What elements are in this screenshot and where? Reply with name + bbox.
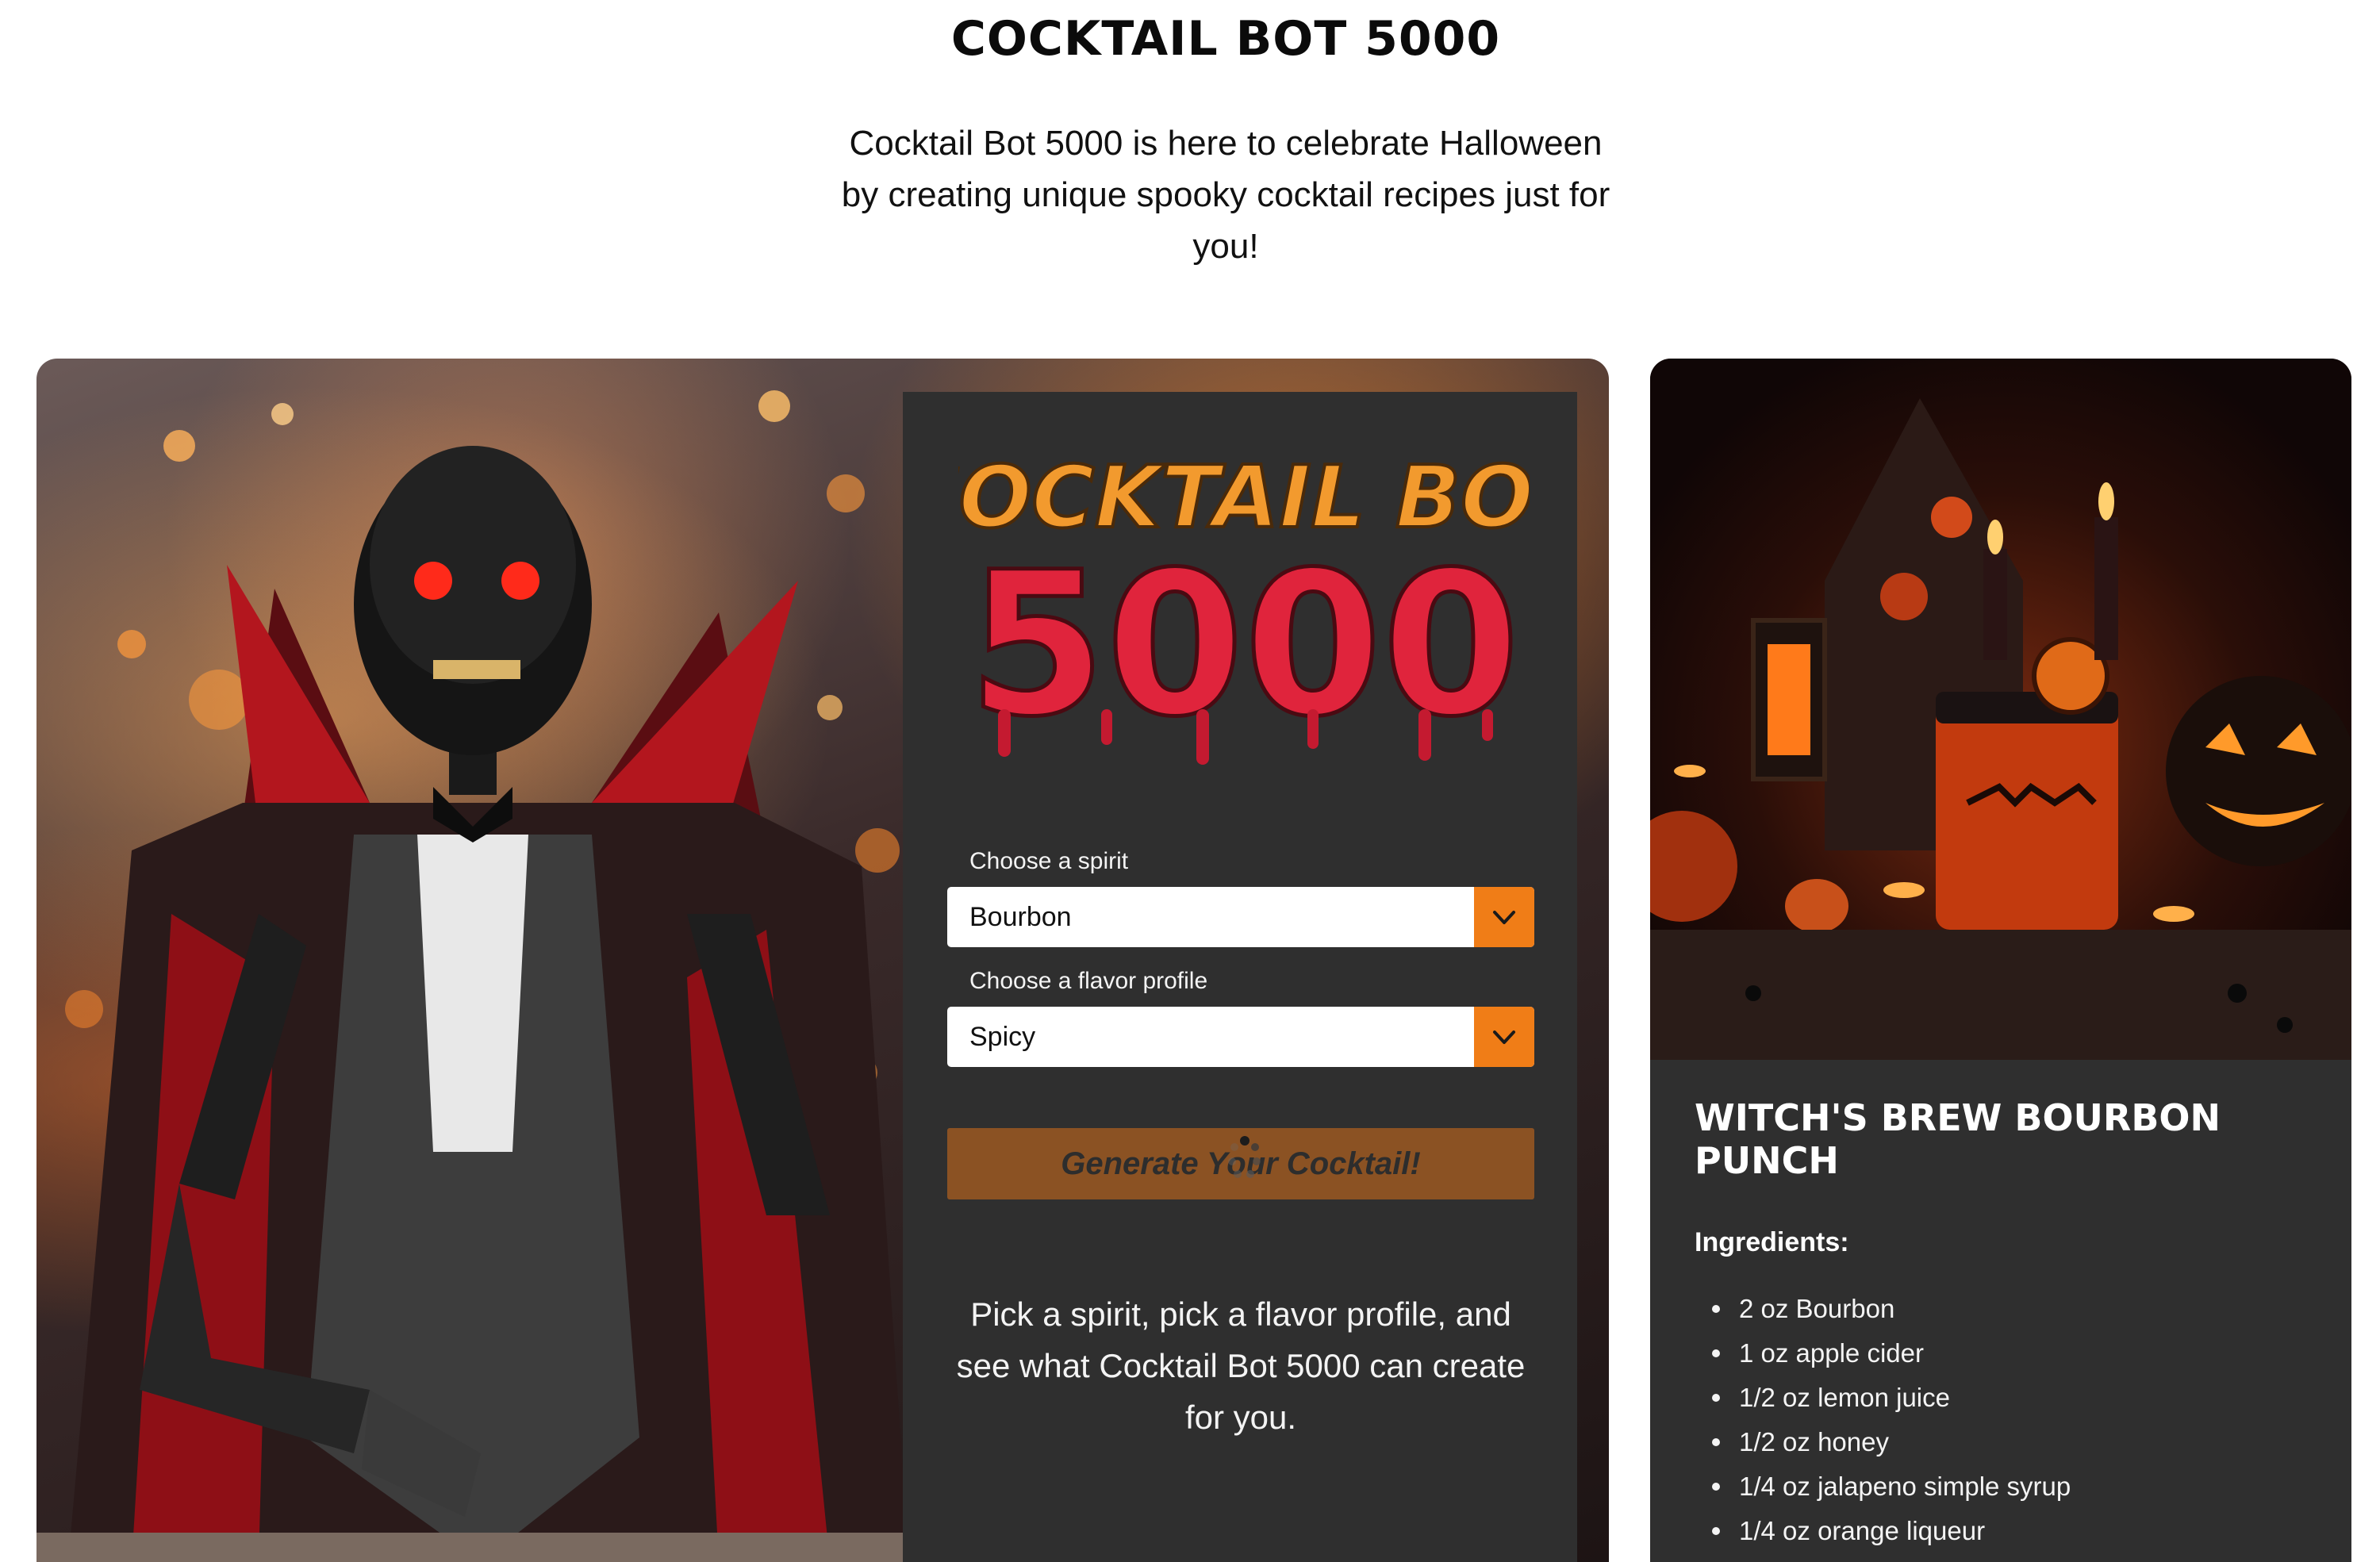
list-item: 1/4 oz jalapeno simple syrup <box>1695 1464 2071 1509</box>
generate-cocktail-button[interactable]: Generate Your Cocktail! <box>947 1128 1534 1199</box>
list-item: 2 oz Bourbon <box>1695 1287 2071 1331</box>
flavor-label: Choose a flavor profile <box>969 968 1208 994</box>
chevron-down-icon[interactable] <box>1474 1007 1534 1067</box>
intro-text: Cocktail Bot 5000 is here to celebrate H… <box>841 124 1610 266</box>
flavor-select[interactable]: Spicy <box>947 1007 1534 1067</box>
ingredients-heading: Ingredients: <box>1695 1227 1849 1257</box>
cocktail-bot-logo: COCKTAIL BOT 5000 <box>958 424 1530 773</box>
ingredients-list: 2 oz Bourbon 1 oz apple cider 1/2 oz lem… <box>1695 1287 2071 1553</box>
spirit-select-value: Bourbon <box>969 901 1072 932</box>
spirit-label: Choose a spirit <box>969 848 1129 874</box>
chevron-down-icon[interactable] <box>1474 887 1534 947</box>
cocktail-form-panel: COCKTAIL BOT 5000 Choose a spirit Bourbo… <box>903 392 1577 1562</box>
list-item: 1/2 oz honey <box>1695 1420 2071 1464</box>
cocktail-image <box>1650 359 2351 1060</box>
spinner-icon <box>1228 1136 1261 1178</box>
recipe-card: WITCH'S BREW BOURBON PUNCH Ingredients: … <box>1650 359 2351 1562</box>
spirit-select[interactable]: Bourbon <box>947 887 1534 947</box>
robot-vampire-image <box>36 359 909 1562</box>
list-item: 1 oz apple cider <box>1695 1331 2071 1376</box>
page-title: COCKTAIL BOT 5000 <box>950 11 1501 67</box>
flavor-select-value: Spicy <box>969 1021 1036 1052</box>
recipe-title: WITCH'S BREW BOURBON PUNCH <box>1695 1096 2221 1182</box>
instructions-text: Pick a spirit, pick a flavor profile, an… <box>956 1295 1526 1436</box>
svg-text:5000: 5000 <box>968 529 1520 760</box>
list-item: 1/2 oz lemon juice <box>1695 1376 2071 1420</box>
list-item: 1/4 oz orange liqueur <box>1695 1509 2071 1553</box>
hero-card: COCKTAIL BOT 5000 Choose a spirit Bourbo… <box>36 359 1609 1562</box>
